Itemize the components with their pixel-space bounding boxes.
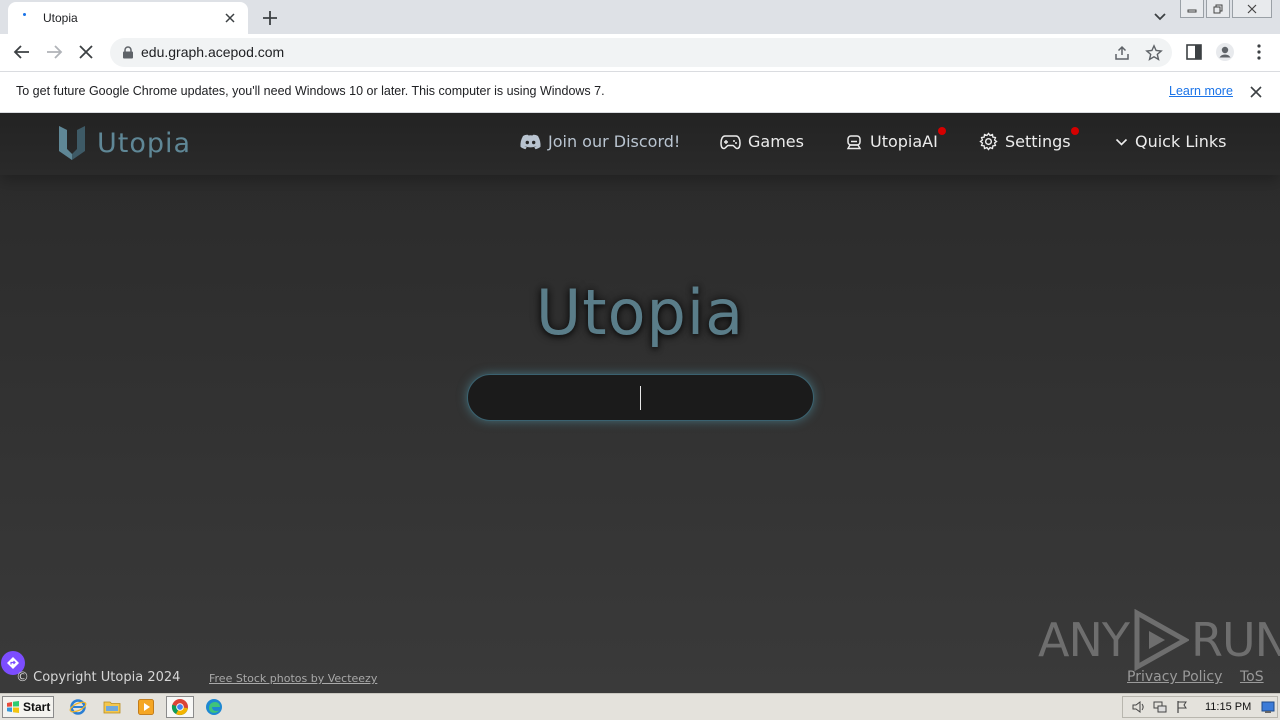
nav-discord-label: Join our Discord! xyxy=(548,132,681,151)
kebab-menu-icon[interactable] xyxy=(1249,42,1269,62)
utopiaai-notification-badge xyxy=(938,127,946,135)
taskbar-ie[interactable] xyxy=(64,696,92,718)
start-button[interactable]: Start xyxy=(2,696,54,718)
taskbar-explorer[interactable] xyxy=(98,696,126,718)
nav-quick-links-dropdown[interactable]: Quick Links xyxy=(1115,132,1226,151)
browser-tab[interactable]: Utopia xyxy=(8,2,248,34)
tab-search-chevron-icon[interactable] xyxy=(1150,8,1170,26)
learn-more-link[interactable]: Learn more xyxy=(1169,84,1233,98)
tab-strip: Utopia xyxy=(0,0,1280,34)
play-logo-icon xyxy=(1134,609,1189,671)
network-icon[interactable] xyxy=(1153,700,1167,714)
url-text[interactable]: edu.graph.acepod.com xyxy=(141,44,284,60)
search-input[interactable] xyxy=(467,374,814,421)
nav-settings-label: Settings xyxy=(1005,132,1071,151)
diamond-arrow-icon xyxy=(7,657,19,669)
gamepad-icon xyxy=(720,134,741,149)
vecteezy-link[interactable]: Free Stock photos by Vecteezy xyxy=(209,672,377,685)
tab-close-icon[interactable] xyxy=(222,10,238,26)
nav-settings-link[interactable]: Settings xyxy=(979,127,1079,151)
folder-icon xyxy=(103,701,121,714)
media-player-icon xyxy=(138,699,154,715)
anyrun-watermark: ANY RUN xyxy=(1038,609,1280,671)
restore-button[interactable] xyxy=(1206,0,1230,18)
speaker-icon[interactable] xyxy=(1131,700,1145,714)
tab-title: Utopia xyxy=(43,11,78,25)
forward-arrow-icon xyxy=(47,45,63,59)
back-arrow-icon xyxy=(13,45,29,59)
bookmark-star-icon[interactable] xyxy=(1145,44,1163,62)
watermark-any: ANY xyxy=(1038,613,1130,667)
privacy-policy-link[interactable]: Privacy Policy xyxy=(1127,669,1222,685)
infobar-close-icon[interactable] xyxy=(1248,84,1264,100)
tos-link[interactable]: ToS xyxy=(1240,669,1264,685)
close-window-button[interactable] xyxy=(1232,0,1272,18)
nav-discord-link[interactable]: Join our Discord! xyxy=(520,132,680,151)
lock-icon[interactable] xyxy=(122,46,134,59)
text-caret xyxy=(640,386,641,410)
footer-copyright: © Copyright Utopia 2024 xyxy=(16,670,181,685)
minimize-button[interactable] xyxy=(1180,0,1204,18)
discord-icon xyxy=(520,134,541,149)
page-content: Utopia Join our Discord! Games UtopiaAI xyxy=(0,113,1280,693)
taskbar-clock[interactable]: 11:15 PM xyxy=(1205,701,1251,713)
system-tray: 11:15 PM xyxy=(1122,696,1278,718)
start-label: Start xyxy=(23,700,51,714)
logo-text: Utopia xyxy=(97,127,192,159)
watermark-run: RUN xyxy=(1190,613,1280,667)
gear-icon xyxy=(979,132,998,151)
hero-title: Utopia xyxy=(535,276,745,349)
nav-games-label: Games xyxy=(748,132,804,151)
settings-notification-badge xyxy=(1071,127,1079,135)
windows-taskbar: Start 11:15 PM xyxy=(0,693,1280,720)
side-panel-icon[interactable] xyxy=(1184,42,1204,62)
stop-loading-button[interactable] xyxy=(74,40,98,64)
loading-favicon-icon xyxy=(18,10,34,26)
share-icon[interactable] xyxy=(1113,44,1131,62)
update-infobar: To get future Google Chrome updates, you… xyxy=(0,71,1280,113)
forward-button[interactable] xyxy=(42,40,66,64)
chrome-icon xyxy=(171,699,188,716)
nav-quick-links-label: Quick Links xyxy=(1135,132,1227,151)
taskbar-chrome[interactable] xyxy=(166,696,194,718)
browser-toolbar: edu.graph.acepod.com xyxy=(0,34,1280,71)
taskbar-edge[interactable] xyxy=(200,696,228,718)
new-tab-button[interactable] xyxy=(258,6,282,30)
profile-avatar-icon[interactable] xyxy=(1215,42,1235,62)
address-bar[interactable]: edu.graph.acepod.com xyxy=(110,38,1172,67)
nav-utopiaai-label: UtopiaAI xyxy=(870,132,938,151)
internet-explorer-icon xyxy=(69,699,87,715)
back-button[interactable] xyxy=(10,40,34,64)
window-controls xyxy=(1180,0,1272,18)
site-header: Utopia Join our Discord! Games UtopiaAI xyxy=(0,113,1280,175)
show-desktop-icon[interactable] xyxy=(1261,700,1275,714)
infobar-message: To get future Google Chrome updates, you… xyxy=(16,84,605,98)
chevron-down-icon xyxy=(1115,138,1128,146)
action-center-flag-icon[interactable] xyxy=(1175,700,1189,714)
utopia-logo-icon xyxy=(59,126,85,160)
robot-icon xyxy=(846,134,862,149)
stop-icon xyxy=(79,45,93,59)
edge-icon xyxy=(206,699,222,715)
site-logo[interactable]: Utopia xyxy=(58,125,191,161)
nav-games-link[interactable]: Games xyxy=(720,132,804,151)
windows-flag-icon xyxy=(7,701,19,713)
taskbar-media-player[interactable] xyxy=(132,696,160,718)
nav-utopiaai-link[interactable]: UtopiaAI xyxy=(845,127,946,151)
